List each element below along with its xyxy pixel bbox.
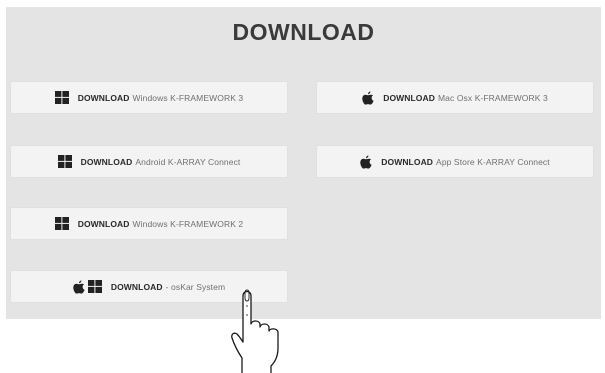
- download-android-k-array-connect-button[interactable]: DOWNLOAD Android K-ARRAY Connect: [10, 145, 288, 178]
- button-label: Windows K-FRAMEWORK 3: [132, 92, 244, 103]
- button-strong-label: DOWNLOAD: [77, 92, 130, 103]
- button-label: Android K-ARRAY Connect: [135, 156, 241, 167]
- button-label: - osKar System: [165, 281, 226, 292]
- windows-icon: [87, 280, 102, 293]
- apple-icon: [362, 90, 374, 105]
- download-app-store-k-array-connect-button[interactable]: DOWNLOAD App Store K-ARRAY Connect: [316, 145, 594, 178]
- button-strong-label: DOWNLOAD: [110, 281, 163, 292]
- download-windows-k-framework-2-button[interactable]: DOWNLOAD Windows K-FRAMEWORK 2: [10, 207, 288, 240]
- apple-icon: [360, 154, 372, 169]
- download-windows-k-framework-3-button[interactable]: DOWNLOAD Windows K-FRAMEWORK 3: [10, 81, 288, 114]
- windows-icon: [57, 155, 72, 168]
- windows-icon: [54, 91, 69, 104]
- button-label: Mac Osx K-FRAMEWORK 3: [438, 92, 548, 103]
- button-strong-label: DOWNLOAD: [381, 156, 434, 167]
- page-title: DOWNLOAD: [232, 19, 375, 45]
- windows-icon: [54, 217, 69, 230]
- button-label: App Store K-ARRAY Connect: [436, 156, 550, 167]
- button-strong-label: DOWNLOAD: [80, 156, 133, 167]
- download-mac-osx-k-framework-3-button[interactable]: DOWNLOAD Mac Osx K-FRAMEWORK 3: [316, 81, 594, 114]
- button-label: Windows K-FRAMEWORK 2: [132, 218, 244, 229]
- button-strong-label: DOWNLOAD: [77, 218, 130, 229]
- pointer-hand-icon: [231, 289, 279, 373]
- button-strong-label: DOWNLOAD: [383, 92, 435, 103]
- apple-icon: [73, 279, 85, 294]
